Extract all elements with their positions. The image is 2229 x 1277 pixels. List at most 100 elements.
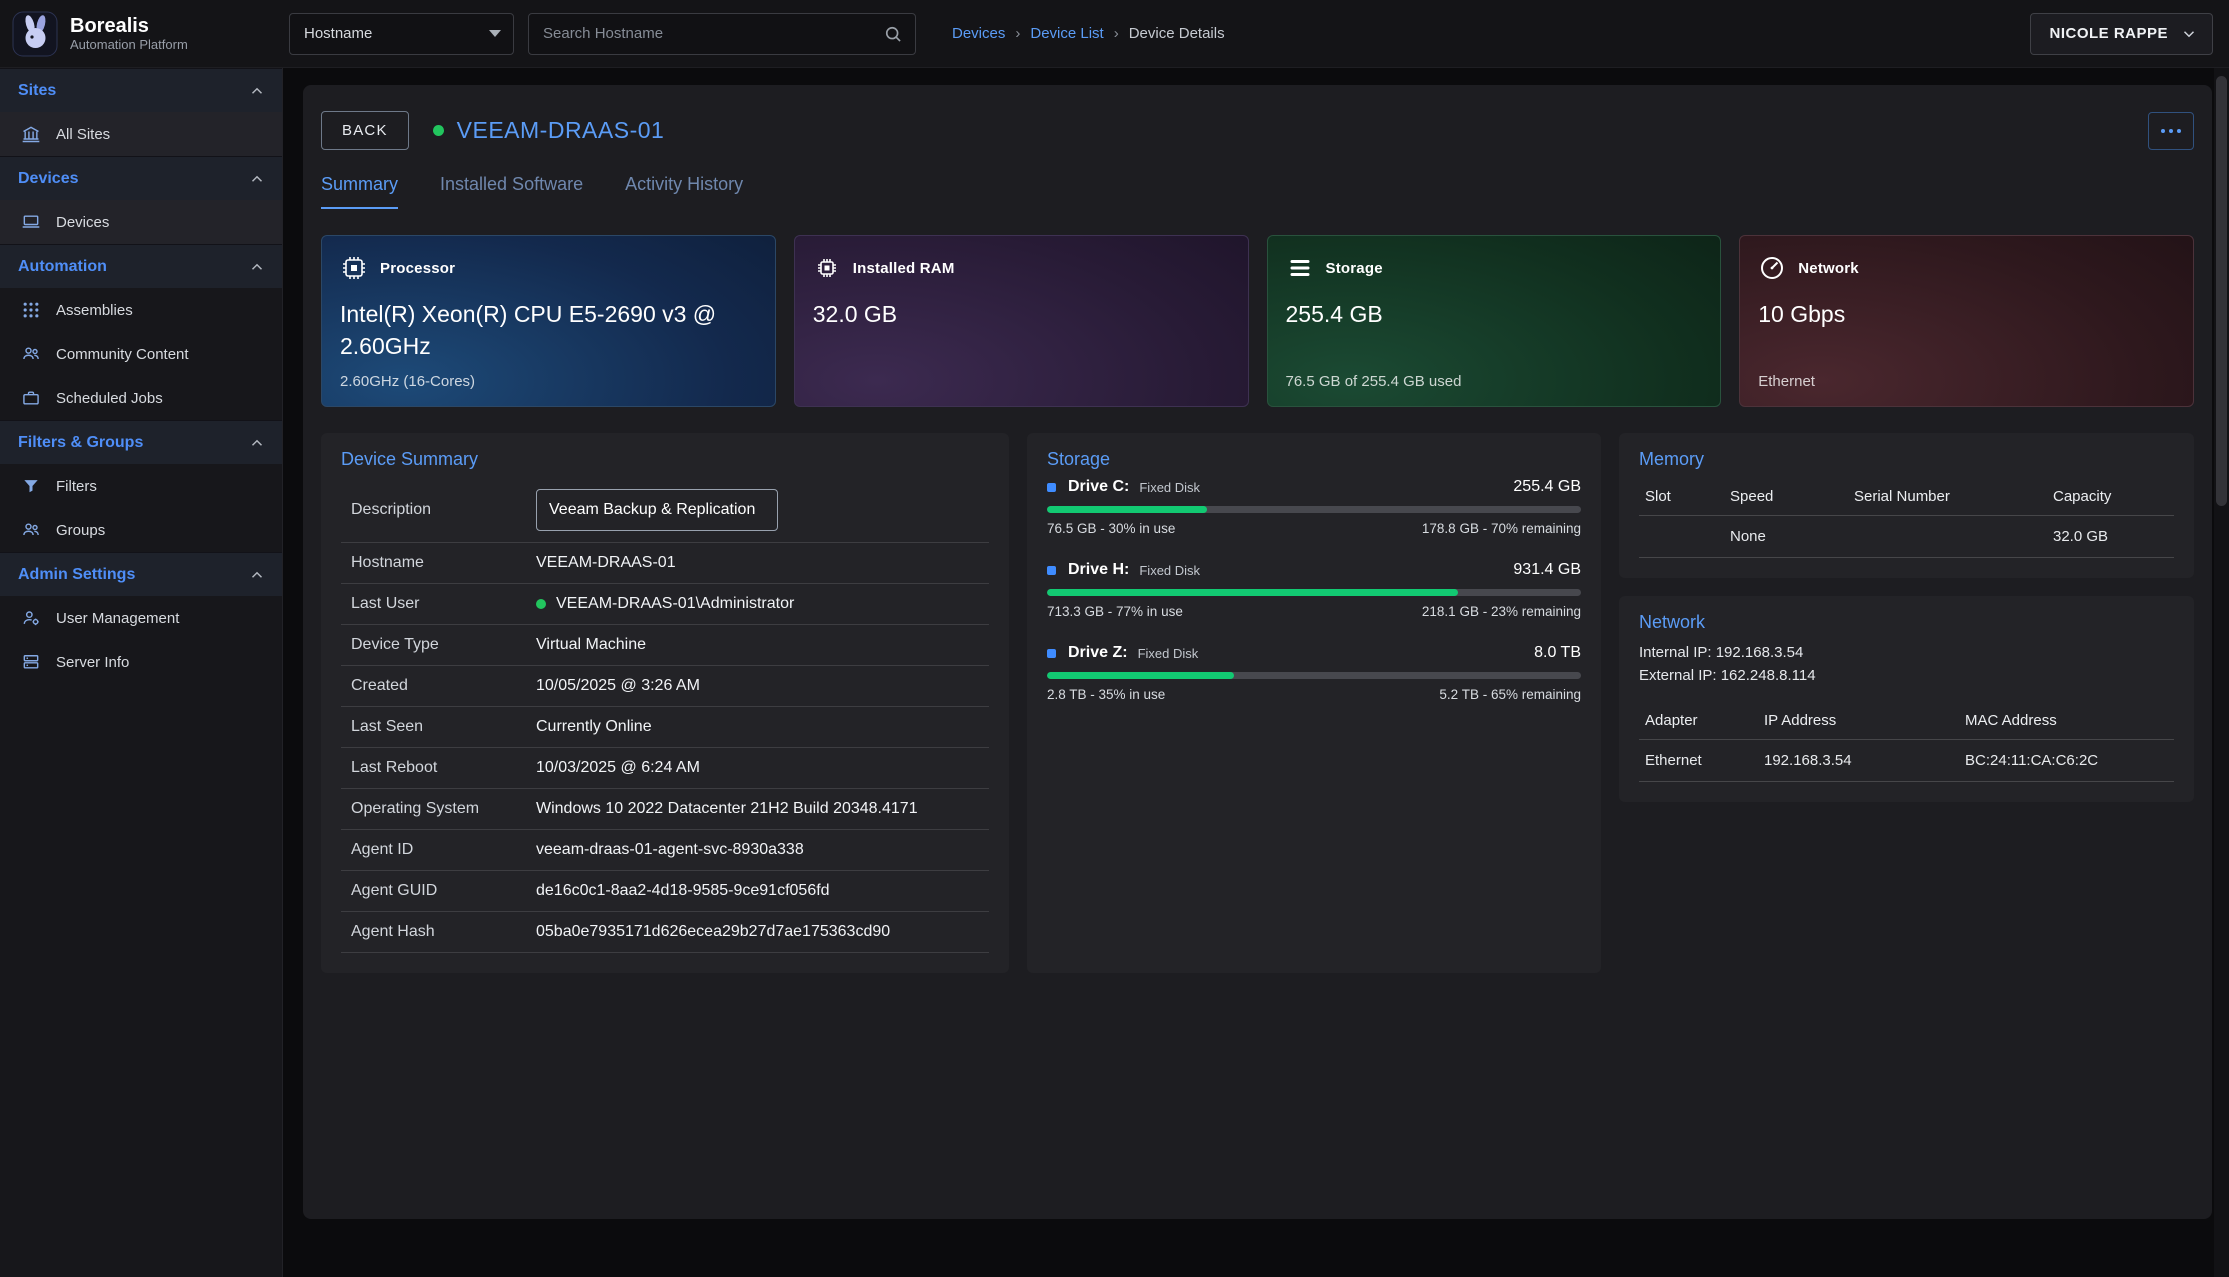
row-value: VEEAM-DRAAS-01 (536, 554, 676, 572)
drive-h-row: Drive H: Fixed Disk 931.4 GB 713.3 GB - … (1047, 561, 1581, 619)
cell-mac: BC:24:11:CA:C6:2C (1965, 752, 2168, 769)
user-gear-icon (20, 607, 42, 629)
ram-value: 32.0 GB (813, 298, 1196, 330)
tab-summary[interactable]: Summary (321, 174, 398, 209)
sidebar-section-devices[interactable]: Devices (0, 156, 282, 200)
breadcrumb-device-details: Device Details (1129, 25, 1225, 42)
sidebar-item-server-info[interactable]: Server Info (0, 640, 282, 684)
summary-row-device-type: Device Type Virtual Machine (341, 625, 989, 666)
sidebar-item-devices[interactable]: Devices (0, 200, 282, 244)
drive-type: Fixed Disk (1139, 480, 1200, 495)
network-value: 10 Gbps (1758, 298, 2141, 330)
people-icon (20, 343, 42, 365)
storage-card: Storage 255.4 GB 76.5 GB of 255.4 GB use… (1267, 235, 1722, 407)
search-input[interactable] (541, 24, 883, 43)
sidebar-item-user-management[interactable]: User Management (0, 596, 282, 640)
sidebar-item-label: User Management (56, 610, 179, 627)
row-label: Agent Hash (351, 923, 536, 941)
chevron-up-icon (248, 170, 266, 188)
app-root: Borealis Automation Platform Hostname De… (0, 0, 2229, 1277)
sidebar-item-label: Scheduled Jobs (56, 390, 163, 407)
sidebar-item-assemblies[interactable]: Assemblies (0, 288, 282, 332)
memory-table-row: None 32.0 GB (1639, 516, 2174, 558)
section-label: Automation (18, 258, 107, 276)
internal-ip-value: 192.168.3.54 (1716, 644, 1804, 661)
brand-name: Borealis (70, 15, 188, 38)
drive-usage-bar (1047, 672, 1581, 679)
memory-panel: Memory Slot Speed Serial Number Capacity… (1619, 433, 2194, 578)
drive-name: Drive H: (1068, 561, 1129, 579)
assemblies-icon (20, 299, 42, 321)
device-summary-panel: Device Summary Description Hostname VEEA… (321, 433, 1009, 973)
main-content: BACK VEEAM-DRAAS-01 Summary Installed So… (283, 68, 2229, 1277)
cell-slot (1645, 528, 1730, 545)
hostname-filter-value: Hostname (304, 25, 372, 42)
sidebar-item-scheduled-jobs[interactable]: Scheduled Jobs (0, 376, 282, 420)
drive-usage-fill (1047, 506, 1207, 513)
summary-row-description: Description (341, 478, 989, 543)
sidebar-section-admin-settings[interactable]: Admin Settings (0, 552, 282, 596)
row-label: Created (351, 677, 536, 695)
hostname-filter-dropdown[interactable]: Hostname (289, 13, 514, 55)
brand-subtitle: Automation Platform (70, 38, 188, 53)
drive-used-text: 2.8 TB - 35% in use (1047, 687, 1165, 702)
col-adapter: Adapter (1645, 712, 1764, 729)
row-label: Operating System (351, 800, 536, 818)
device-tabs: Summary Installed Software Activity Hist… (321, 174, 2194, 209)
col-slot: Slot (1645, 488, 1730, 505)
description-input[interactable] (536, 489, 778, 531)
summary-row-hostname: Hostname VEEAM-DRAAS-01 (341, 543, 989, 584)
tab-installed-software[interactable]: Installed Software (440, 174, 583, 209)
row-label: Last Reboot (351, 759, 536, 777)
row-label: Last Seen (351, 718, 536, 736)
col-capacity: Capacity (2053, 488, 2168, 505)
row-label: Last User (351, 595, 536, 613)
back-button[interactable]: BACK (321, 111, 409, 150)
storage-stack-icon (1286, 254, 1314, 282)
row-label: Description (351, 501, 536, 519)
card-title: Installed RAM (853, 260, 955, 277)
chevron-up-icon (248, 82, 266, 100)
col-ip-address: IP Address (1764, 712, 1965, 729)
memory-panel-title: Memory (1639, 449, 2174, 470)
scrollbar-thumb[interactable] (2216, 76, 2227, 506)
tab-activity-history[interactable]: Activity History (625, 174, 743, 209)
cell-adapter: Ethernet (1645, 752, 1764, 769)
cell-speed: None (1730, 528, 1854, 545)
sidebar-section-automation[interactable]: Automation (0, 244, 282, 288)
sidebar-item-label: Server Info (56, 654, 129, 671)
user-menu-button[interactable]: NICOLE RAPPE (2030, 13, 2213, 55)
breadcrumb-device-list[interactable]: Device List (1030, 25, 1103, 42)
sidebar-section-sites[interactable]: Sites (0, 68, 282, 112)
sidebar-item-filters[interactable]: Filters (0, 464, 282, 508)
more-options-button[interactable] (2148, 112, 2194, 150)
memory-table-header: Slot Speed Serial Number Capacity (1639, 478, 2174, 516)
section-label: Filters & Groups (18, 434, 143, 452)
chevron-down-icon (2180, 25, 2198, 43)
card-title: Storage (1326, 260, 1383, 277)
sidebar-item-all-sites[interactable]: All Sites (0, 112, 282, 156)
row-value: VEEAM-DRAAS-01\Administrator (536, 595, 794, 613)
col-serial-number: Serial Number (1854, 488, 2053, 505)
sidebar-item-label: Community Content (56, 346, 189, 363)
online-status-dot (433, 125, 444, 136)
row-value: Windows 10 2022 Datacenter 21H2 Build 20… (536, 800, 918, 818)
briefcase-icon (20, 387, 42, 409)
drive-size: 8.0 TB (1534, 644, 1581, 662)
sidebar-item-community-content[interactable]: Community Content (0, 332, 282, 376)
drive-z-row: Drive Z: Fixed Disk 8.0 TB 2.8 TB - 35% … (1047, 644, 1581, 702)
server-icon (20, 651, 42, 673)
breadcrumb-devices[interactable]: Devices (952, 25, 1005, 42)
scrollbar-track (2214, 68, 2229, 1277)
processor-footer: 2.60GHz (16-Cores) (340, 373, 475, 390)
summary-row-last-user: Last User VEEAM-DRAAS-01\Administrator (341, 584, 989, 625)
more-options-icon (2161, 129, 2165, 133)
row-value: 05ba0e7935171d626ecea29b27d7ae175363cd90 (536, 923, 890, 941)
row-value: 10/03/2025 @ 6:24 AM (536, 759, 700, 777)
sidebar-section-filters-groups[interactable]: Filters & Groups (0, 420, 282, 464)
cell-capacity: 32.0 GB (2053, 528, 2168, 545)
drive-remaining-text: 5.2 TB - 65% remaining (1439, 687, 1581, 702)
summary-row-created: Created 10/05/2025 @ 3:26 AM (341, 666, 989, 707)
drive-usage-fill (1047, 589, 1458, 596)
sidebar-item-groups[interactable]: Groups (0, 508, 282, 552)
